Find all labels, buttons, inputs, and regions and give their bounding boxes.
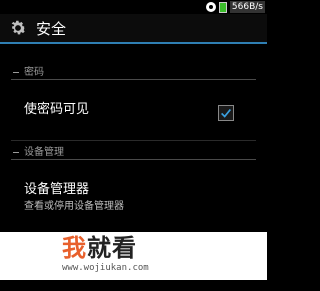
gear-icon[interactable] [8,18,28,38]
section-label: 设备管理 [24,147,64,158]
watermark: 我就看 www.wojiukan.com [0,232,267,280]
pref-summary: 查看或停用设备管理器 [24,201,124,212]
status-bar: 566B/s [0,0,267,14]
section-header-device-admin: 设备管理 [0,146,267,160]
show-password-row[interactable]: 使密码可见 [0,84,267,140]
row-divider [11,140,256,141]
watermark-logo: 我就看 [62,234,137,262]
checkbox-checked-icon[interactable] [218,105,234,121]
section-tick [13,72,19,73]
section-tick [13,152,19,153]
section-label: 密码 [24,67,44,78]
title-divider [0,42,267,44]
device-admin-row[interactable]: 设备管理器 查看或停用设备管理器 [0,164,267,220]
network-speed: 566B/s [229,1,265,13]
action-bar: 安全 [0,14,267,42]
pref-title: 使密码可见 [24,102,90,117]
pref-title: 设备管理器 [24,182,90,197]
section-rule [11,159,256,160]
watermark-url: www.wojiukan.com [62,263,149,273]
next-row-partial[interactable] [0,280,267,291]
status-icons: 566B/s [205,0,265,14]
section-rule [11,79,256,80]
section-header-password: 密码 [0,66,267,80]
app-icon [205,2,216,12]
page-title: 安全 [36,19,67,38]
battery-icon [218,1,227,13]
